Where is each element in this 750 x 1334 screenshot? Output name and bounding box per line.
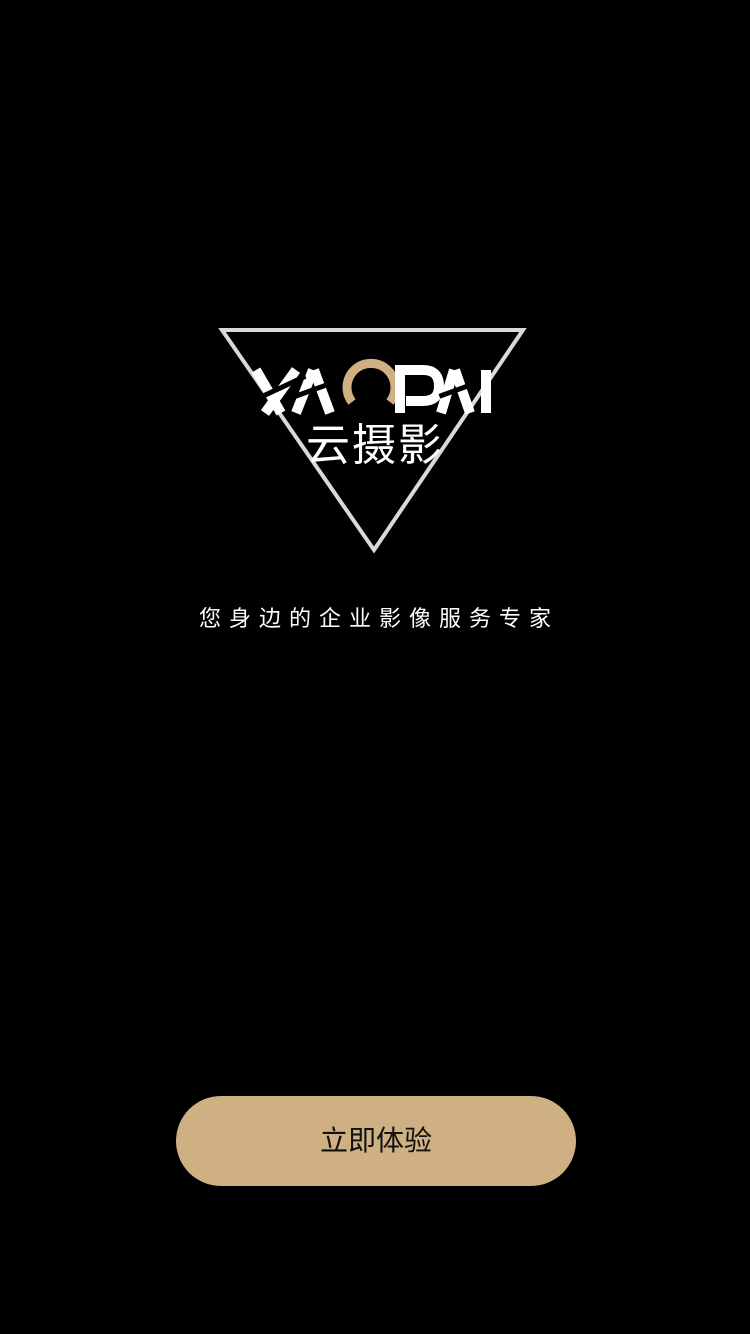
wordmark-p (395, 365, 445, 413)
brand-logo: 云摄影 (0, 300, 750, 580)
wordmark-o-ring (342, 358, 400, 405)
yaopai-wordmark (251, 358, 491, 416)
brand-tagline: 您身边的企业影像服务专家 (198, 607, 559, 632)
start-experience-button[interactable]: 立即体验 (176, 1096, 576, 1186)
wordmark-a-right (309, 368, 335, 415)
splash-screen: 云摄影 您身边的企业影像服务专家 立即体验 (0, 0, 750, 1334)
logo-name: 云摄影 (306, 420, 444, 471)
